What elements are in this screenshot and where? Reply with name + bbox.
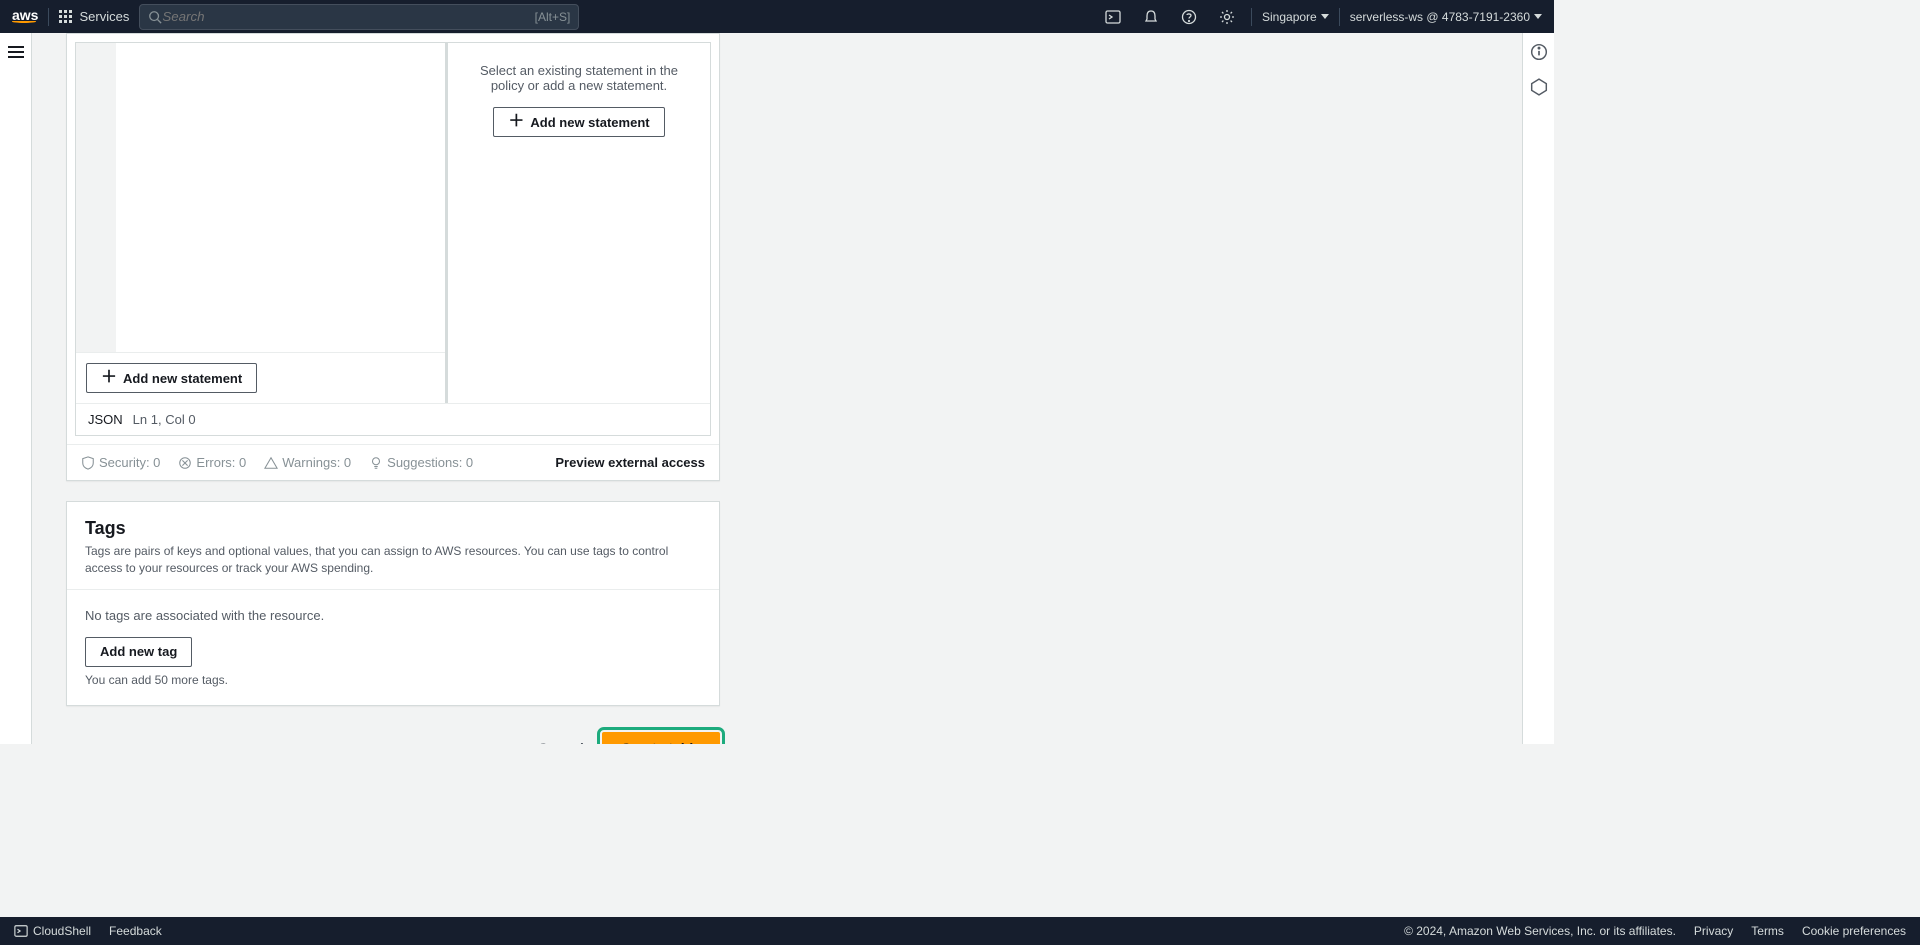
diagnostics-icon[interactable]: [1530, 78, 1548, 99]
cloudshell-link[interactable]: CloudShell: [14, 924, 91, 938]
warnings-count: Warnings: 0: [264, 455, 351, 470]
notifications-icon[interactable]: [1137, 9, 1165, 25]
search-icon: [148, 10, 162, 24]
grid-icon: [59, 10, 73, 24]
aws-logo[interactable]: aws: [12, 10, 38, 23]
errors-count: Errors: 0: [178, 455, 246, 470]
search-shortcut: [Alt+S]: [535, 10, 571, 24]
left-rail: [0, 33, 32, 744]
json-editor[interactable]: [76, 43, 445, 352]
tags-limit: You can add 50 more tags.: [85, 673, 701, 687]
right-rail: [1522, 33, 1554, 744]
privacy-link[interactable]: Privacy: [1694, 924, 1733, 938]
preview-external-access[interactable]: Preview external access: [555, 455, 705, 470]
create-table-button[interactable]: Create table: [602, 732, 720, 744]
policy-panel: ＋ Add new statement Select an existing s…: [66, 33, 720, 481]
tags-empty: No tags are associated with the resource…: [85, 608, 701, 623]
services-menu[interactable]: Services: [59, 9, 129, 24]
caret-down-icon: [1534, 14, 1542, 19]
top-nav: aws Services [Alt+S] Singapore serverles…: [0, 0, 1554, 33]
main-content: ＋ Add new statement Select an existing s…: [32, 33, 1522, 744]
info-icon[interactable]: [1530, 43, 1548, 64]
suggestions-count: Suggestions: 0: [369, 455, 473, 470]
add-statement-button-left[interactable]: ＋ Add new statement: [86, 363, 257, 393]
form-actions: Cancel Create table: [66, 726, 720, 744]
add-statement-button-right[interactable]: ＋ Add new statement: [493, 107, 664, 137]
account-menu[interactable]: serverless-ws @ 4783-7191-2360: [1350, 10, 1542, 24]
caret-down-icon: [1321, 14, 1329, 19]
security-count: Security: 0: [81, 455, 160, 470]
terms-link[interactable]: Terms: [1751, 924, 1784, 938]
cookies-link[interactable]: Cookie preferences: [1802, 924, 1906, 938]
add-tag-button[interactable]: Add new tag: [85, 637, 192, 667]
region-selector[interactable]: Singapore: [1262, 10, 1329, 24]
cloudshell-icon[interactable]: [1099, 9, 1127, 25]
tags-panel: Tags Tags are pairs of keys and optional…: [66, 501, 720, 706]
tags-description: Tags are pairs of keys and optional valu…: [85, 543, 701, 577]
copyright: © 2024, Amazon Web Services, Inc. or its…: [1404, 924, 1676, 938]
editor-status: JSON Ln 1, Col 0: [76, 403, 710, 435]
bottom-bar: CloudShell Feedback © 2024, Amazon Web S…: [0, 917, 1920, 945]
search-input[interactable]: [162, 9, 534, 24]
tags-title: Tags: [85, 518, 701, 539]
cloudshell-icon: [14, 924, 28, 938]
policy-checks: Security: 0 Errors: 0 Warnings: 0 Sugges…: [67, 444, 719, 480]
nav-toggle[interactable]: [8, 43, 24, 744]
help-icon[interactable]: [1175, 9, 1203, 25]
settings-icon[interactable]: [1213, 9, 1241, 25]
feedback-link[interactable]: Feedback: [109, 924, 162, 938]
global-search[interactable]: [Alt+S]: [139, 4, 579, 30]
statement-hint: Select an existing statement in the poli…: [464, 63, 694, 93]
cancel-button[interactable]: Cancel: [538, 740, 584, 744]
